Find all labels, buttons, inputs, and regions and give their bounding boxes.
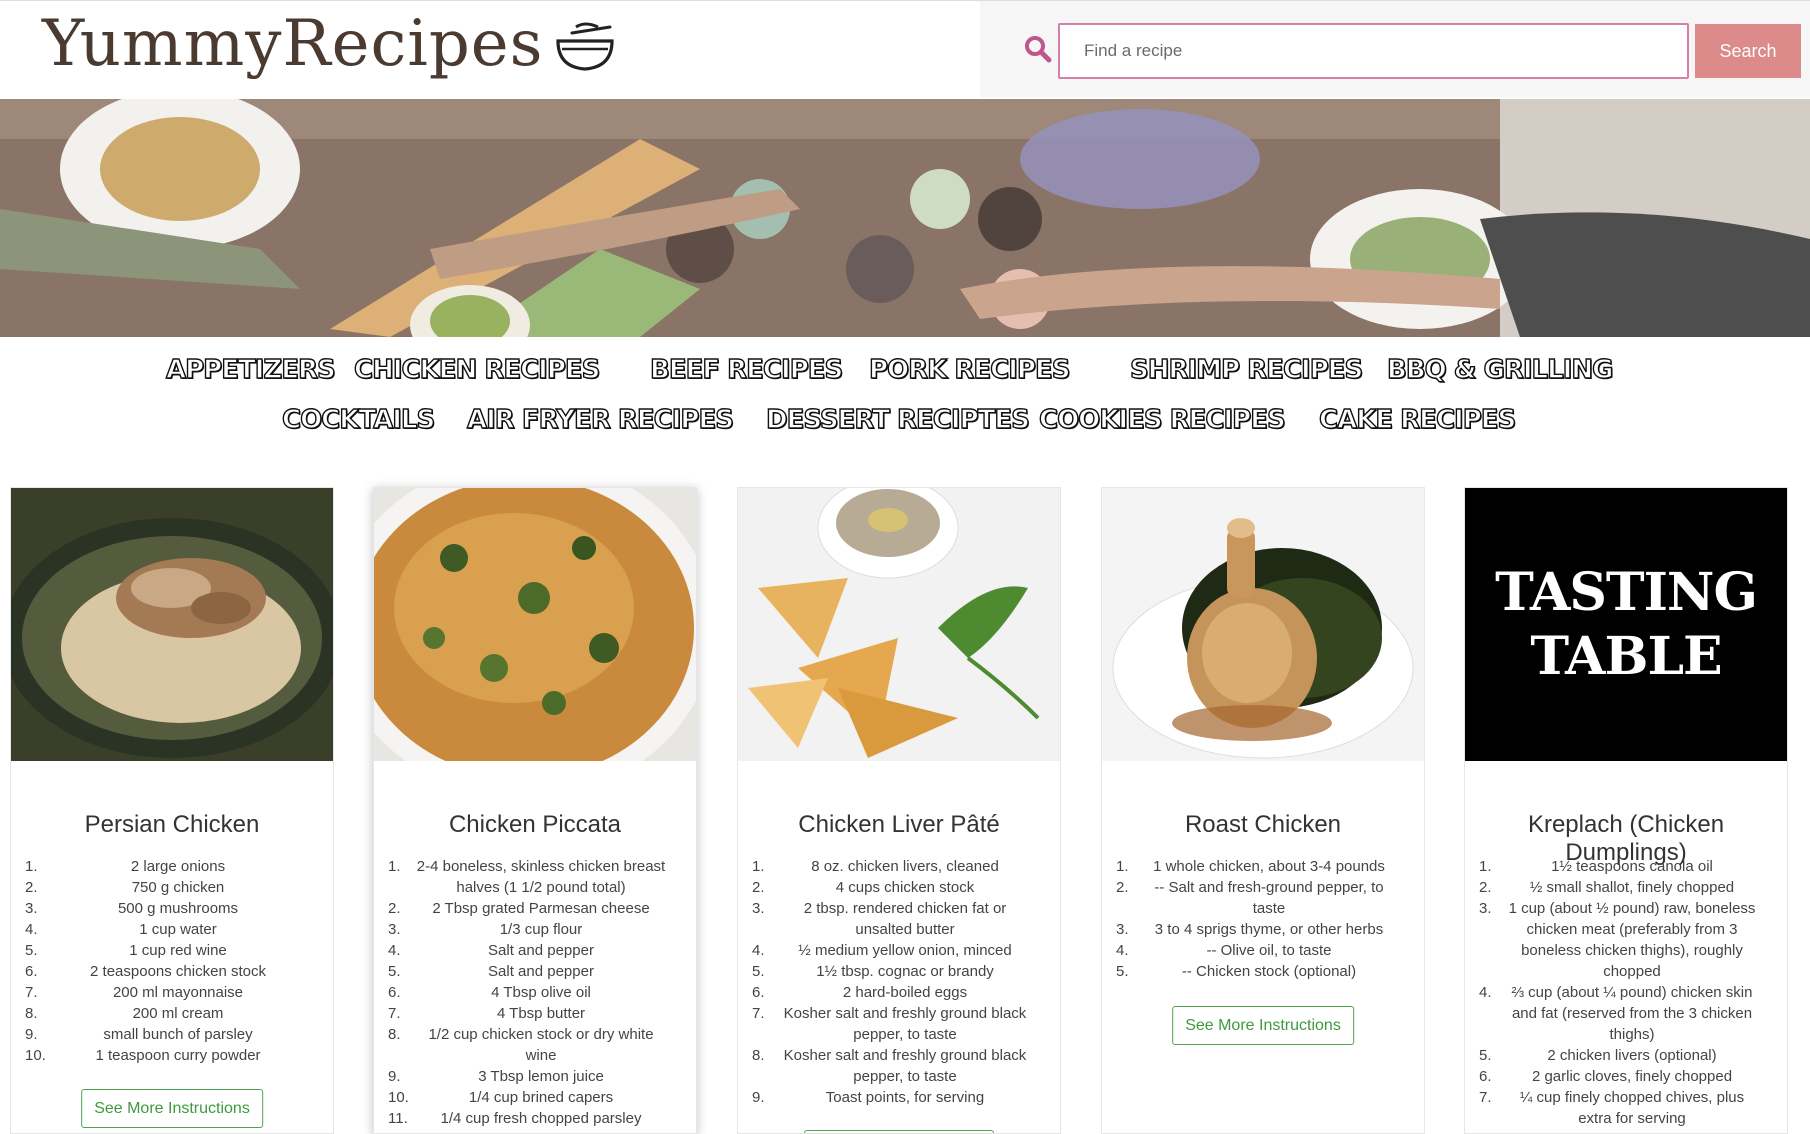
site-logo[interactable]: YummyRecipes bbox=[42, 7, 616, 81]
ingredient-item: 7. 4 Tbsp butter bbox=[388, 1005, 586, 1022]
ingredient-item: 3. 500 g mushrooms bbox=[25, 900, 239, 917]
ingredient-item: 4. ½ medium yellow onion, minced bbox=[752, 942, 1012, 959]
recipe-title: Chicken Liver Pâté bbox=[798, 811, 1000, 838]
ingredient-item: 6. 2 teaspoons chicken stock bbox=[25, 963, 266, 980]
ingredient-item: 1. 8 oz. chicken livers, cleaned bbox=[752, 858, 999, 875]
ingredient-item: 9. Toast points, for serving bbox=[752, 1089, 985, 1106]
ingredient-item: 2. ½ small shallot, finely chopped bbox=[1479, 879, 1735, 896]
site-header: YummyRecipes Search bbox=[0, 0, 1810, 99]
ingredient-item: 5. 2 chicken livers (optional) bbox=[1479, 1047, 1717, 1064]
ingredient-item: 3. 3 to 4 sprigs thyme, or other herbs bbox=[1116, 921, 1384, 938]
ingredient-item: 11. 1/4 cup fresh chopped parsley bbox=[388, 1110, 642, 1127]
recipe-image[interactable] bbox=[1102, 488, 1424, 761]
ingredient-item: 2. 2 Tbsp grated Parmesan cheese bbox=[388, 900, 650, 917]
search-icon[interactable] bbox=[1024, 35, 1052, 63]
ingredient-item: 10. 1 teaspoon curry powder bbox=[25, 1047, 261, 1064]
recipe-title: Chicken Piccata bbox=[448, 811, 622, 838]
ingredient-item: 4. -- Olive oil, to taste bbox=[1116, 942, 1332, 959]
recipe-title: Roast Chicken bbox=[1184, 811, 1342, 838]
nav-beef-recipes[interactable]: BEEF RECIPES bbox=[649, 354, 844, 385]
recipe-card: Chicken Liver Pâté 1. 8 oz. chicken liver… bbox=[737, 487, 1061, 1134]
bowl-icon bbox=[555, 22, 614, 71]
recipe-image[interactable] bbox=[374, 488, 696, 761]
ingredient-item: 1. 1 whole chicken, about 3-4 pounds bbox=[1116, 858, 1385, 875]
search-bar: Search bbox=[980, 1, 1810, 97]
ingredient-item: 4. ⅔ cup (about ¼ pound) chicken skin and… bbox=[1479, 984, 1753, 1043]
recipe-card: Roast Chicken 1. 1 whole chicken, about 3… bbox=[1101, 487, 1425, 1134]
see-more-instructions-button[interactable]: See More Instructions bbox=[81, 1089, 263, 1128]
ingredient-item: 2. 750 g chicken bbox=[25, 879, 225, 896]
ingredient-item: 4. 1 cup water bbox=[25, 921, 217, 938]
nav-cocktails[interactable]: COCKTAILS bbox=[281, 404, 436, 435]
ingredient-list: 1. 2-4 boneless, skinless chicken breast … bbox=[374, 856, 696, 1129]
ingredient-item: 8. Kosher salt and freshly ground black p… bbox=[752, 1047, 1027, 1085]
hero-banner bbox=[0, 99, 1810, 337]
recipe-image[interactable] bbox=[738, 488, 1060, 761]
ingredient-item: 3. 1/3 cup flour bbox=[388, 921, 583, 938]
ingredient-item: 2. -- Salt and fresh-ground pepper, to ta… bbox=[1116, 879, 1384, 917]
recipe-image[interactable] bbox=[11, 488, 333, 761]
hero-image bbox=[0, 99, 1810, 337]
ingredient-item: 4. Salt and pepper bbox=[388, 942, 594, 959]
ingredient-item: 1. 2 large onions bbox=[25, 858, 226, 875]
ingredient-item: 6. 2 garlic cloves, finely chopped bbox=[1479, 1068, 1733, 1085]
nav-dessert-recipes[interactable]: DESSERT RECIPTES bbox=[765, 404, 1030, 435]
recipe-card: TASTING TABLE Kreplach (Chicken Dumpling… bbox=[1464, 487, 1788, 1134]
nav-pork-recipes[interactable]: PORK RECIPES bbox=[868, 354, 1071, 385]
ingredient-item: 7. Kosher salt and freshly ground black p… bbox=[752, 1005, 1027, 1043]
recipe-image[interactable]: TASTING TABLE bbox=[1465, 488, 1787, 761]
ingredient-item: 5. 1½ tbsp. cognac or brandy bbox=[752, 963, 994, 980]
ingredient-item: 5. Salt and pepper bbox=[388, 963, 594, 980]
ingredient-item: 1. 1½ teaspoons canola oil bbox=[1479, 858, 1713, 875]
search-input[interactable] bbox=[1058, 23, 1689, 79]
ingredient-item: 1. 2-4 boneless, skinless chicken breast … bbox=[388, 858, 666, 896]
ingredient-item: 9. 3 Tbsp lemon juice bbox=[388, 1068, 604, 1085]
see-more-instructions-button[interactable]: See More Instructions bbox=[1172, 1006, 1354, 1045]
tasting-table-logo: TASTING TABLE bbox=[1495, 561, 1758, 687]
recipe-title: Persian Chicken bbox=[84, 811, 260, 838]
nav-cake-recipes[interactable]: CAKE RECIPES bbox=[1318, 404, 1517, 435]
ingredient-list: 1. 1 whole chicken, about 3-4 pounds 2. --… bbox=[1102, 856, 1424, 982]
ingredient-item: 3. 1 cup (about ½ pound) raw, boneless ch… bbox=[1479, 900, 1756, 980]
ingredient-item: 2. 4 cups chicken stock bbox=[752, 879, 975, 896]
ingredient-item: 7. 200 ml mayonnaise bbox=[25, 984, 244, 1001]
logo-text: YummyRecipes bbox=[42, 7, 544, 81]
ingredient-list: 1. 8 oz. chicken livers, cleaned 2. 4 cups… bbox=[738, 856, 1060, 1108]
ingredient-item: 10. 1/4 cup brined capers bbox=[388, 1089, 614, 1106]
ingredient-item: 6. 4 Tbsp olive oil bbox=[388, 984, 591, 1001]
ingredient-item: 8. 1/2 cup chicken stock or dry white win… bbox=[388, 1026, 654, 1064]
ingredient-item: 6. 2 hard-boiled eggs bbox=[752, 984, 968, 1001]
ingredient-item: 5. 1 cup red wine bbox=[25, 942, 227, 959]
nav-cookies-recipes[interactable]: COOKIES RECIPES bbox=[1038, 404, 1286, 435]
nav-shrimp-recipes[interactable]: SHRIMP RECIPES bbox=[1129, 354, 1364, 385]
nav-chicken-recipes[interactable]: CHICKEN RECIPES bbox=[353, 354, 601, 385]
ingredient-list: 1. 1½ teaspoons canola oil 2. ½ small shal… bbox=[1465, 856, 1787, 1129]
nav-air-fryer-recipes[interactable]: AIR FRYER RECIPES bbox=[466, 404, 734, 435]
recipe-card: Chicken Piccata 1. 2-4 boneless, skinless… bbox=[373, 487, 697, 1134]
ingredient-item: 9. small bunch of parsley bbox=[25, 1026, 253, 1043]
ingredient-item: 3. 2 tbsp. rendered chicken fat or unsalt… bbox=[752, 900, 1007, 938]
ingredient-item: 7. ¼ cup finely chopped chives, plus extr… bbox=[1479, 1089, 1745, 1127]
see-more-instructions-button[interactable] bbox=[804, 1130, 994, 1133]
search-button[interactable]: Search bbox=[1695, 24, 1801, 78]
recipe-card: Persian Chicken 1. 2 large onions 2. 750 g… bbox=[10, 487, 334, 1134]
ingredient-item: 5. -- Chicken stock (optional) bbox=[1116, 963, 1357, 980]
nav-bbq-grilling[interactable]: BBQ & GRILLING bbox=[1386, 354, 1614, 385]
ingredient-list: 1. 2 large onions 2. 750 g chicken 3. 500 g… bbox=[11, 856, 333, 1066]
category-nav: APPETIZERS CHICKEN RECIPES BEEF RECIPES … bbox=[0, 354, 1810, 455]
ingredient-item: 8. 200 ml cream bbox=[25, 1005, 224, 1022]
nav-appetizers[interactable]: APPETIZERS bbox=[165, 354, 336, 385]
